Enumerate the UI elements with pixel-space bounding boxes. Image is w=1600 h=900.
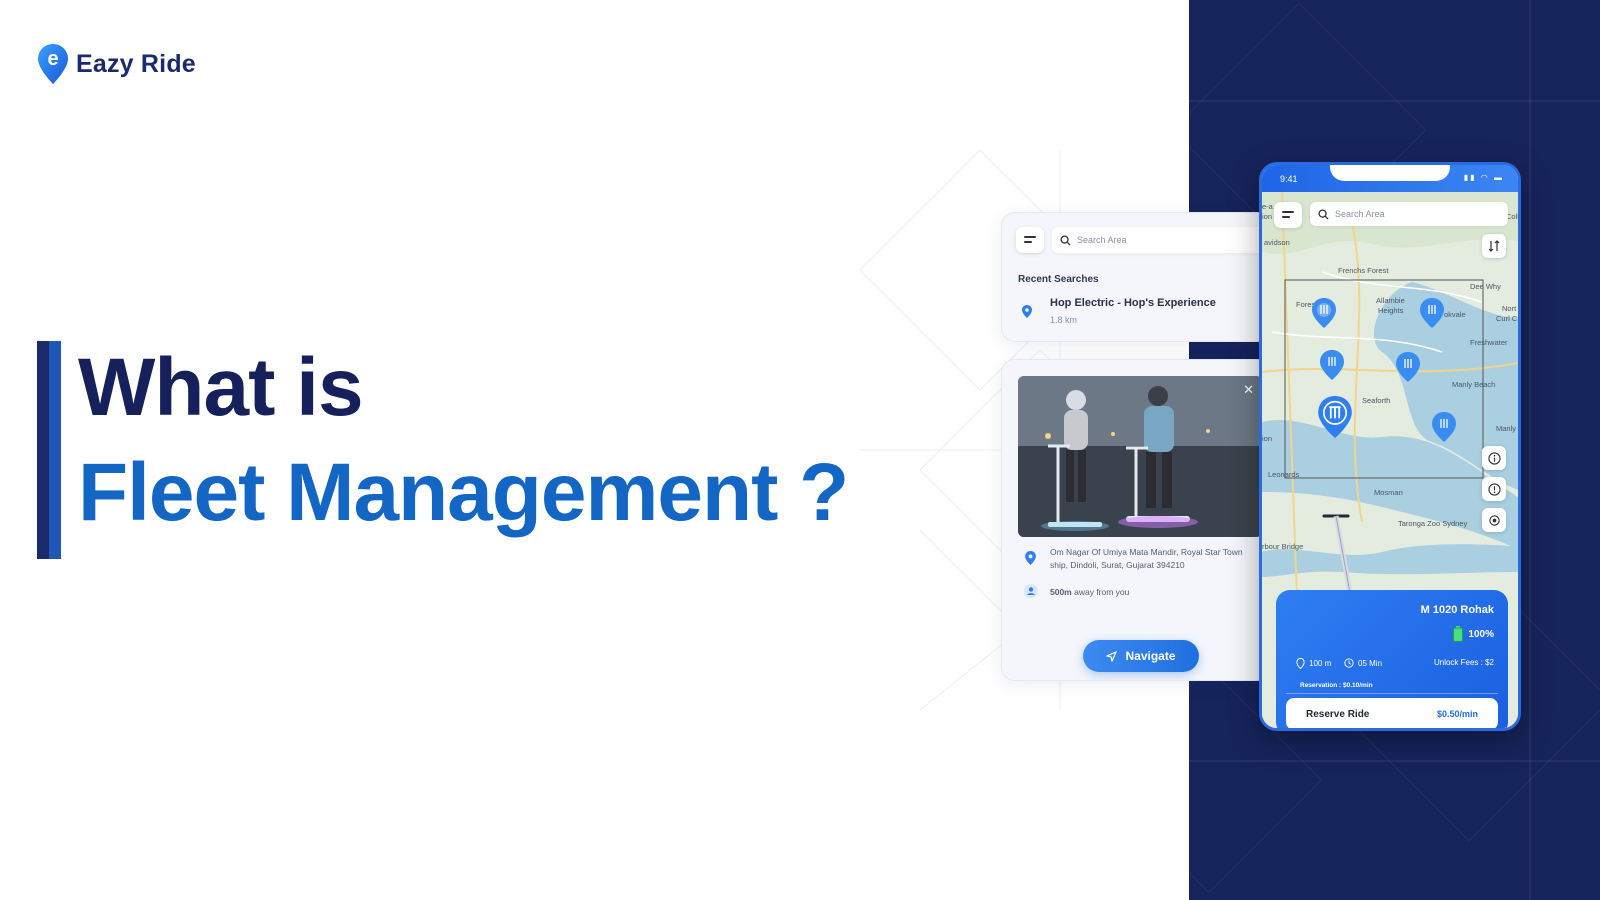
map-label: ion [1262,434,1273,443]
phone-status-bar: 9:41 ▮▮ ◠ ▬ [1262,165,1518,192]
status-time: 9:41 [1280,174,1298,184]
scooter-pin-icon[interactable] [1320,350,1344,380]
reserve-ride-label: Reserve Ride [1306,708,1370,720]
signal-wifi-battery-icon: ▮▮ ◠ ▬ [1463,173,1504,182]
map-label: Freshwater [1470,338,1508,347]
search-input[interactable]: Search Area [1052,227,1270,253]
locate-button[interactable] [1482,508,1506,532]
brand-logo[interactable]: e Eazy Ride [36,42,196,86]
map-label: Dee Why [1470,282,1501,291]
selected-scooter-pin-icon[interactable] [1318,396,1352,438]
map-label: e-a [1262,202,1273,211]
info-button[interactable] [1482,446,1506,470]
address-text: Om Nagar Of Umiya Mata Mandir, Royal Sta… [1050,547,1243,570]
battery-percent: 100% [1468,628,1494,640]
sort-icon [1488,240,1500,252]
reservation-rate: Reservation : $0.10/min [1300,682,1373,689]
info-icon [1487,451,1501,465]
map-label: Frenchs Forest [1338,266,1389,275]
menu-button[interactable] [1274,202,1302,228]
ride-distance: 100 m [1296,658,1331,669]
ride-info-card[interactable]: M 1020 Rohak 100% 100 m 05 Min Unlock Fe… [1276,590,1508,728]
scooter-pin-icon[interactable] [1432,412,1456,442]
location-pin-icon [1296,658,1305,669]
search-icon [1060,234,1071,246]
recent-searches-title: Recent Searches [1018,274,1099,285]
divider [1286,693,1498,694]
heading-accent-bar [37,341,61,559]
navigate-button[interactable]: Navigate [1083,640,1199,672]
map-label: Nort [1502,304,1517,313]
map-label: Taronga Zoo Sydney [1398,519,1468,528]
search-panel-card: Search Area Recent Searches Hop Electric… [1001,212,1271,342]
menu-button[interactable] [1016,227,1044,253]
ride-time-value: 05 Min [1358,658,1383,668]
navigate-label: Navigate [1125,649,1176,663]
map-label: Leonards [1268,470,1300,479]
map-label: Allambie [1376,296,1405,305]
alert-icon [1487,482,1501,496]
map-label: Manly [1496,424,1517,433]
scooter-pin-icon[interactable] [1420,298,1444,328]
user-icon [1024,584,1038,598]
map-label: Heights [1378,306,1404,315]
heading-line-1: What is [78,342,364,433]
search-icon [1318,208,1329,220]
scooter-detail-card: ✕ Om Nagar Of Umiya Mata Mandir, Royal S… [1001,359,1271,681]
distance-suffix: away from you [1071,587,1130,597]
search-placeholder: Search Area [1077,235,1127,245]
locate-icon [1488,514,1500,526]
recent-search-distance: 1.8 km [1050,315,1078,325]
ride-distance-value: 100 m [1309,659,1332,668]
recent-search-name: Hop Electric - Hop's Experience [1050,297,1216,309]
close-icon[interactable]: ✕ [1243,382,1254,398]
map-label: Seaforth [1362,396,1391,405]
clock-icon [1344,658,1354,668]
ride-price: $0.50/min [1436,709,1478,719]
unlock-fees: Unlock Fees : $2 [1434,658,1494,667]
scooter-pin-icon[interactable] [1312,298,1336,328]
location-pin-icon [1025,551,1036,565]
battery-icon [1453,626,1464,642]
map-label: Mosman [1374,488,1403,497]
map-label: Manly Beach [1452,380,1496,389]
map-label: rbour Bridge [1262,542,1304,551]
scooter-name: M 1020 Rohak [1420,604,1494,616]
logo-letter: e [47,48,58,70]
distance-value: 500m [1050,587,1072,597]
brand-name: Eazy Ride [76,49,196,78]
location-pin-icon [1022,305,1032,318]
phone-notch [1330,165,1450,181]
map-label: okvale [1444,310,1466,319]
reserve-ride-button[interactable]: Reserve Ride $0.50/min [1286,698,1498,728]
filter-sort-button[interactable] [1482,234,1506,258]
scooter-pin-icon[interactable] [1396,352,1420,382]
phone-mockup: 9:41 ▮▮ ◠ ▬ avidson Frenchs Forest Dee W… [1259,162,1521,731]
alert-button[interactable] [1482,477,1506,501]
scooter-riders-photo: ✕ [1018,376,1262,537]
distance-away-text: 500m away from you [1050,586,1129,599]
map-search-input[interactable]: Search Area [1310,202,1508,226]
map-search-placeholder: Search Area [1335,209,1385,219]
map-label: ion [1262,212,1273,221]
navigation-arrow-icon [1106,650,1118,662]
unlock-fees-value: Unlock Fees : $2 [1433,658,1494,667]
battery-level: 100% [1453,626,1494,642]
location-pin-logo-icon: e [36,42,70,86]
map-view[interactable]: avidson Frenchs Forest Dee Why Fores All… [1262,192,1518,728]
map-label: avidson [1264,238,1290,247]
heading-line-2: Fleet Management ? [78,447,849,538]
map-label: Curl C [1496,314,1518,323]
ride-time: 05 Min [1344,658,1382,668]
